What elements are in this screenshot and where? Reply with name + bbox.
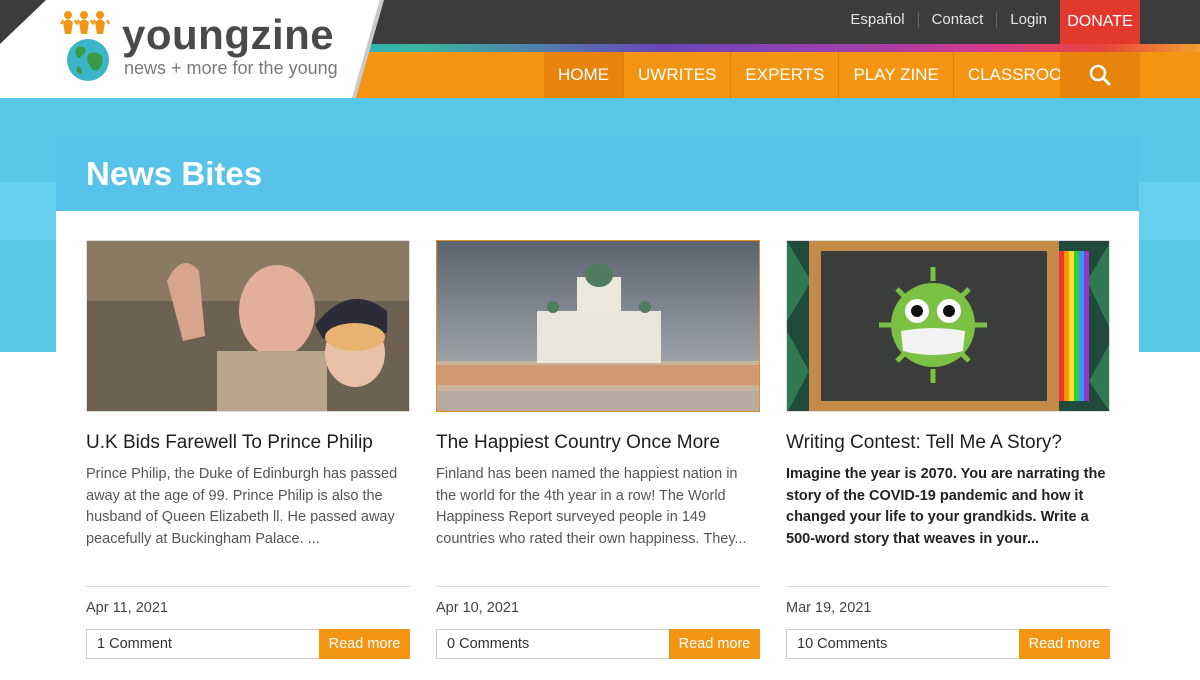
read-more-button[interactable]: Read more (1019, 629, 1110, 659)
search-button[interactable] (1060, 52, 1140, 98)
card-excerpt: Imagine the year is 2070. You are narrat… (786, 466, 1106, 548)
donate-button[interactable]: DONATE (1060, 0, 1140, 44)
card-divider (436, 586, 760, 587)
card-footer: 10 Comments Read more (786, 629, 1110, 659)
card-footer: 0 Comments Read more (436, 629, 760, 659)
card-title[interactable]: The Happiest Country Once More (436, 432, 760, 454)
card-date: Apr 10, 2021 (436, 600, 520, 616)
main-nav: HOME UWRITES EXPERTS PLAY ZINE CLASSROOM (544, 52, 1090, 98)
link-contact[interactable]: Contact (917, 12, 997, 28)
photo-placeholder (87, 241, 409, 411)
card-image-helsinki[interactable] (436, 240, 760, 412)
search-icon (1089, 64, 1111, 86)
link-login[interactable]: Login (996, 12, 1060, 28)
comments-link[interactable]: 10 Comments (797, 636, 887, 652)
card-title[interactable]: Writing Contest: Tell Me A Story? (786, 432, 1110, 454)
comments-link[interactable]: 0 Comments (447, 636, 529, 652)
news-card: The Happiest Country Once More Finland h… (436, 240, 760, 659)
nav-item-play-zine[interactable]: PLAY ZINE (839, 52, 954, 98)
news-card: U.K Bids Farewell To Prince Philip Princ… (86, 240, 410, 659)
logo-tagline: news + more for the young (124, 58, 338, 78)
logo-wordmark: youngzine (122, 11, 335, 58)
logo[interactable]: youngzine news + more for the young (0, 0, 380, 98)
utility-links: Español Contact Login (837, 0, 1060, 40)
nav-item-home[interactable]: HOME (544, 52, 624, 98)
nav-item-uwrites[interactable]: UWRITES (624, 52, 732, 98)
card-title[interactable]: U.K Bids Farewell To Prince Philip (86, 432, 410, 454)
people-icon (60, 11, 110, 34)
globe-icon (67, 39, 109, 81)
read-more-button[interactable]: Read more (669, 629, 760, 659)
nav-item-experts[interactable]: EXPERTS (731, 52, 840, 98)
card-date: Apr 11, 2021 (86, 600, 168, 616)
news-card: Writing Contest: Tell Me A Story? Imagin… (786, 240, 1110, 659)
card-excerpt: Finland has been named the happiest nati… (436, 466, 747, 548)
card-footer: 1 Comment Read more (86, 629, 410, 659)
section-header: News Bites (56, 137, 1139, 211)
link-espanol[interactable]: Español (837, 12, 917, 28)
card-image-writing-contest[interactable] (786, 240, 1110, 412)
comments-link[interactable]: 1 Comment (97, 636, 172, 652)
card-excerpt: Prince Philip, the Duke of Edinburgh has… (86, 466, 398, 548)
card-divider (86, 586, 410, 587)
read-more-button[interactable]: Read more (319, 629, 410, 659)
section-title: News Bites (86, 155, 263, 192)
photo-placeholder (437, 241, 759, 411)
card-image-prince-philip[interactable] (86, 240, 410, 412)
card-divider (786, 586, 1110, 587)
photo-placeholder (787, 241, 1109, 411)
card-date: Mar 19, 2021 (786, 600, 872, 616)
